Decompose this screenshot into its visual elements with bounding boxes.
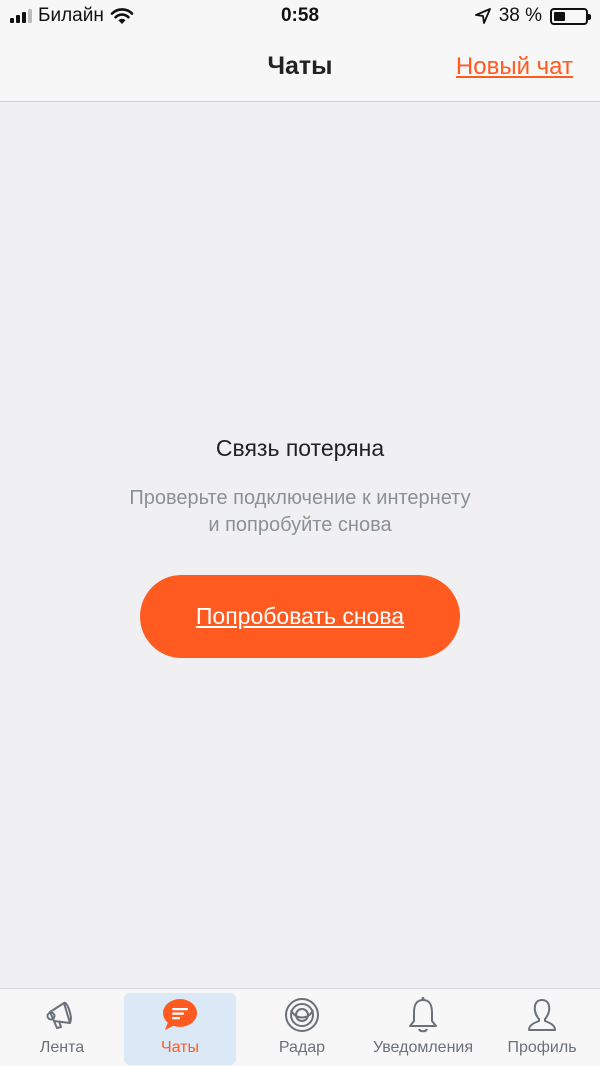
tab-label: Профиль: [507, 1039, 577, 1056]
tab-radar[interactable]: Радар: [246, 993, 358, 1065]
location-arrow-icon: [474, 8, 491, 24]
connection-lost-message: Проверьте подключение к интернету и попр…: [60, 485, 540, 539]
tab-feed[interactable]: Лента: [6, 993, 118, 1065]
tab-label: Уведомления: [372, 1039, 474, 1056]
megaphone-icon: [44, 993, 80, 1037]
connection-lost-line-1: Проверьте подключение к интернету: [129, 487, 471, 509]
battery-percent: 38 %: [498, 5, 542, 26]
connection-lost-title: Связь потеряна: [215, 435, 385, 461]
chat-bubble-icon: [161, 993, 199, 1037]
navigation-bar: Чаты Новый чат: [0, 34, 600, 102]
retry-button[interactable]: Попробовать снова: [140, 575, 460, 658]
tab-chats[interactable]: Чаты: [124, 993, 236, 1065]
new-chat-button[interactable]: Новый чат: [456, 53, 573, 81]
tab-label: Радар: [278, 1039, 326, 1056]
tab-label: Лента: [39, 1039, 85, 1056]
radar-icon: [283, 993, 321, 1037]
tab-profile[interactable]: Профиль: [486, 993, 598, 1065]
tab-bar: Лента Чаты Радар Уведомления Профиль: [0, 988, 600, 1066]
tab-notifications[interactable]: Уведомления: [366, 993, 480, 1065]
tab-label: Чаты: [160, 1039, 200, 1056]
status-right: 38 %: [474, 5, 591, 27]
status-bar: Билайн 0:58 38 %: [0, 0, 600, 34]
person-icon: [525, 993, 559, 1037]
connection-lost-line-2: и попробуйте снова: [208, 514, 392, 536]
battery-icon: [550, 7, 591, 25]
main-content: Связь потеряна Проверьте подключение к и…: [0, 102, 600, 988]
bell-icon: [406, 993, 440, 1037]
battery-level: [554, 11, 566, 21]
